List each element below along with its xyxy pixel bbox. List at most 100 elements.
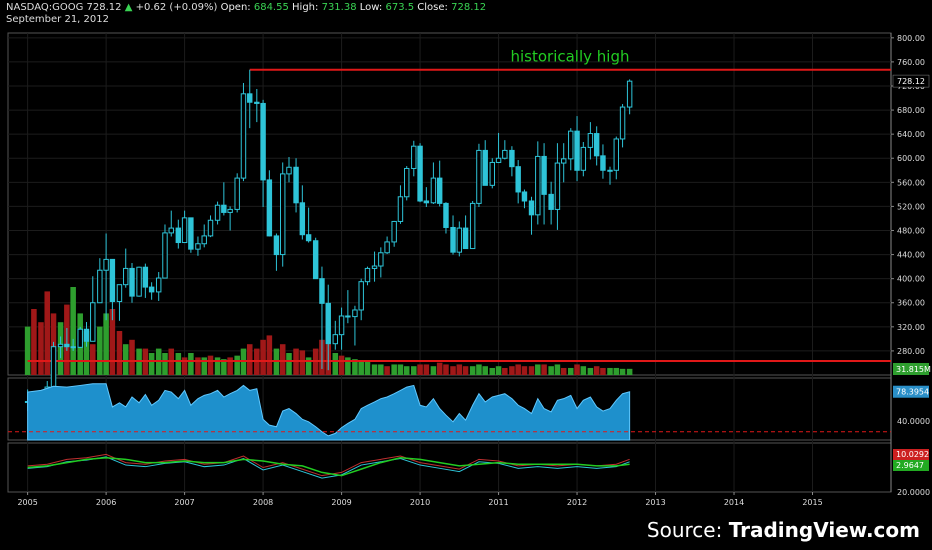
candle-up bbox=[90, 302, 96, 342]
candle-down bbox=[142, 266, 149, 288]
candle-up bbox=[607, 169, 613, 172]
candle-up bbox=[195, 243, 201, 250]
candle-up bbox=[619, 106, 626, 140]
volume-bar bbox=[619, 368, 626, 375]
price-chart[interactable]: 2005 2006 2007 2008 2009 2010 2011 2012 2013 2014… bbox=[0, 0, 932, 550]
x-tick-label: 2015 bbox=[802, 498, 822, 507]
candle-up bbox=[411, 145, 417, 169]
volume-bar bbox=[266, 335, 273, 375]
candle-down bbox=[254, 101, 260, 104]
candle-up bbox=[626, 80, 633, 108]
y-tick-label: 360.00 bbox=[897, 299, 925, 308]
candle-up bbox=[397, 196, 404, 222]
candle-up bbox=[155, 277, 162, 293]
candle-down bbox=[600, 155, 606, 171]
candle-up bbox=[560, 158, 567, 164]
candle-down bbox=[64, 343, 70, 348]
volume-bar bbox=[423, 364, 430, 375]
candle-down bbox=[574, 130, 580, 171]
volume-bar bbox=[188, 353, 194, 375]
volume-bar bbox=[403, 366, 410, 375]
stoch-d-label: 2.9647 bbox=[896, 461, 924, 470]
y-tick-label: 800.00 bbox=[897, 34, 925, 43]
volume-bar bbox=[574, 364, 580, 375]
candle-down bbox=[417, 145, 423, 202]
y-tick-label: 400.00 bbox=[897, 275, 925, 284]
volume-bar bbox=[364, 361, 371, 375]
candle-up bbox=[201, 235, 207, 245]
volume-bar bbox=[541, 364, 547, 375]
volume-bar bbox=[489, 367, 496, 375]
candle-up bbox=[136, 266, 142, 297]
y-tick-label: 440.00 bbox=[897, 251, 925, 260]
stoch-k-label: 10.0292 bbox=[896, 450, 929, 459]
volume-bar bbox=[148, 353, 155, 375]
candle-up bbox=[168, 227, 174, 234]
last-price-label: 728.12 bbox=[897, 77, 925, 86]
volume-bar bbox=[417, 364, 423, 375]
volume-bar bbox=[24, 326, 31, 375]
candle-down bbox=[312, 240, 319, 280]
candle-up bbox=[162, 232, 168, 279]
candle-up bbox=[476, 149, 482, 204]
volume-bar bbox=[469, 366, 476, 375]
volume-bar bbox=[580, 366, 587, 375]
volume-bar bbox=[162, 353, 168, 375]
candle-up bbox=[50, 346, 57, 388]
volume-bar bbox=[587, 367, 594, 375]
volume-bar bbox=[38, 322, 44, 375]
candle-down bbox=[345, 315, 351, 318]
candle-up bbox=[404, 167, 410, 198]
candle-down bbox=[148, 286, 155, 293]
volume-bar bbox=[122, 344, 129, 375]
volume-bar bbox=[129, 339, 135, 375]
candle-down bbox=[175, 227, 182, 244]
volume-bar bbox=[246, 344, 253, 375]
volume-bar bbox=[509, 366, 515, 375]
annotation-historically-high: historically high bbox=[510, 48, 629, 66]
volume-bar bbox=[554, 364, 561, 375]
candle-down bbox=[260, 102, 266, 181]
volume-bar bbox=[521, 366, 528, 375]
volume-bar bbox=[175, 353, 182, 375]
candle-up bbox=[332, 334, 339, 345]
candle-up bbox=[502, 149, 508, 159]
candle-down bbox=[541, 155, 547, 195]
x-tick-label: 2006 bbox=[96, 498, 116, 507]
candle-down bbox=[443, 202, 449, 228]
candle-down bbox=[129, 267, 135, 297]
candle-up bbox=[338, 315, 345, 336]
volume-bar bbox=[535, 364, 541, 375]
volume-bar bbox=[286, 353, 292, 375]
candle-down bbox=[325, 302, 331, 345]
candle-down bbox=[436, 177, 443, 204]
candle-down bbox=[450, 226, 456, 253]
volume-bar bbox=[384, 366, 390, 375]
volume-bar bbox=[476, 364, 482, 375]
candle-up bbox=[358, 281, 364, 311]
candle-down bbox=[221, 204, 227, 213]
volume-bar bbox=[613, 367, 620, 375]
volume-bar bbox=[456, 364, 463, 375]
candle-up bbox=[240, 93, 247, 179]
volume-bar bbox=[89, 344, 96, 375]
price-panel bbox=[7, 32, 892, 376]
x-tick-label: 2007 bbox=[174, 498, 194, 507]
volume-bar bbox=[430, 366, 437, 375]
candle-down bbox=[293, 166, 299, 204]
candle-up bbox=[123, 267, 129, 286]
candle-up bbox=[352, 309, 358, 318]
volume-bar bbox=[397, 364, 404, 375]
y-tick-label: 600.00 bbox=[897, 154, 925, 163]
candle-up bbox=[279, 173, 286, 256]
volume-bar bbox=[338, 355, 345, 375]
candle-up bbox=[495, 157, 502, 163]
volume-bar bbox=[450, 366, 456, 375]
volume-bar bbox=[502, 367, 508, 375]
y-tick-label: 760.00 bbox=[897, 58, 925, 67]
candle-up bbox=[568, 130, 574, 160]
candle-down bbox=[83, 328, 90, 342]
candle-up bbox=[207, 219, 214, 237]
candle-down bbox=[70, 346, 76, 349]
volume-bar bbox=[44, 291, 51, 375]
